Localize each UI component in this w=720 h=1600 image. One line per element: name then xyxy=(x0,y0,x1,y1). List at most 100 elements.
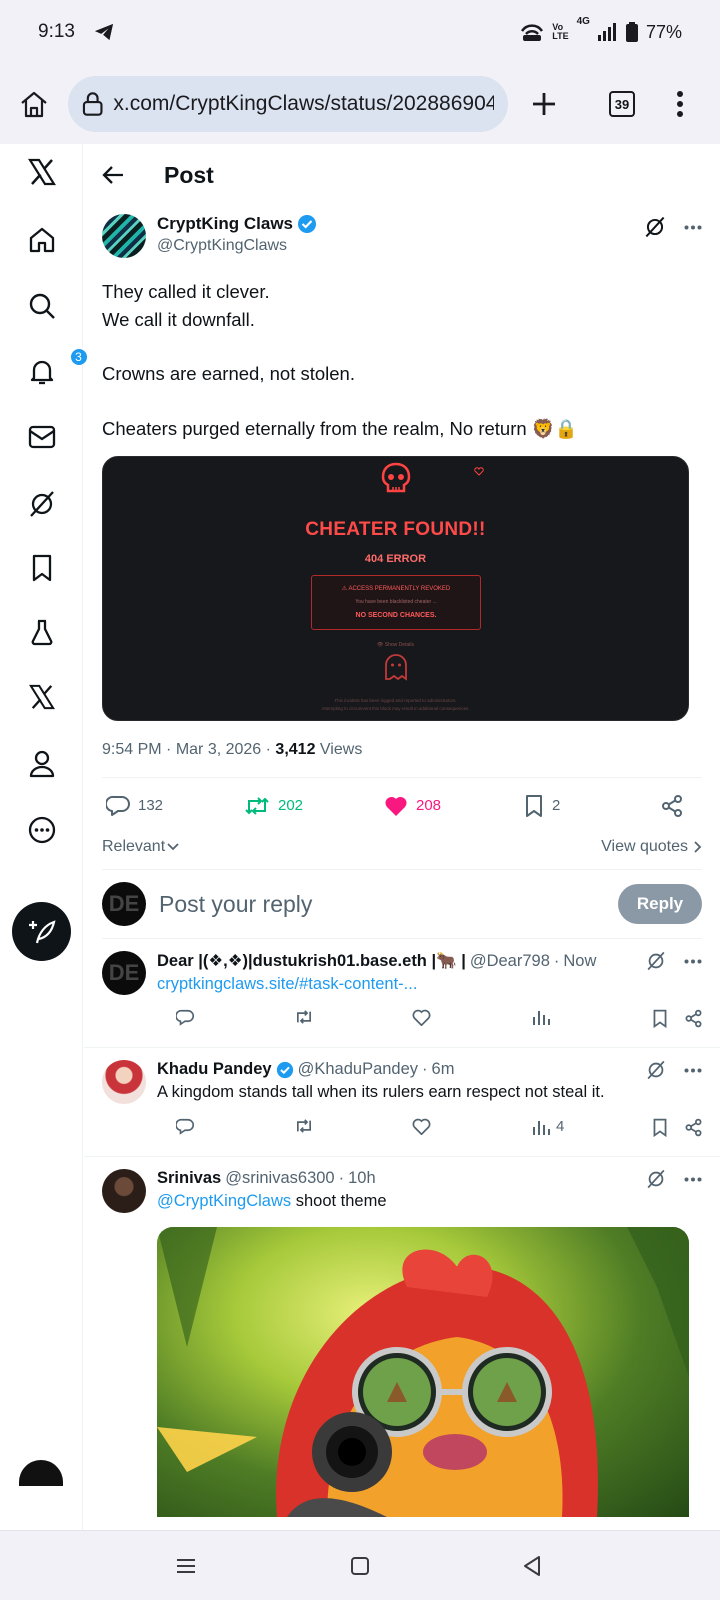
square-icon xyxy=(351,1557,369,1575)
sidebar-item-premium[interactable] xyxy=(0,684,83,710)
post-author: CryptKing Claws @CryptKingClaws xyxy=(102,214,702,258)
main-column: Post CryptKing Claws @CryptKingClaws The… xyxy=(84,144,720,1530)
reply-action-bar xyxy=(102,995,702,1047)
search-icon xyxy=(29,293,55,319)
reply-button[interactable]: 132 xyxy=(106,795,163,817)
author-avatar[interactable] xyxy=(102,214,146,258)
home-nav-button[interactable] xyxy=(340,1531,380,1600)
reply-repost-button[interactable] xyxy=(294,1009,314,1025)
reply-repost-button[interactable] xyxy=(294,1118,314,1134)
flask-icon xyxy=(31,619,52,646)
reply-avatar[interactable] xyxy=(102,1060,146,1104)
network-label: 4G xyxy=(576,15,590,27)
reply-views-button[interactable]: 4 xyxy=(532,1118,564,1135)
tab-switcher-button[interactable]: 39 xyxy=(598,64,646,144)
post-line: We call it downfall. xyxy=(102,308,255,330)
sidebar-item-bookmarks[interactable] xyxy=(0,554,83,582)
post-meta: 9:54 PM · Mar 3, 2026 · 3,412 Views xyxy=(102,741,363,758)
reply-author-handle[interactable]: @srinivas6300 xyxy=(225,1169,334,1188)
more-horizontal-icon[interactable] xyxy=(684,225,702,230)
ghost-icon xyxy=(385,654,407,681)
author-handle[interactable]: @CryptKingClaws xyxy=(157,237,317,255)
sidebar-item-notifications[interactable]: 3 xyxy=(0,348,88,391)
view-quotes-link[interactable]: View quotes xyxy=(601,838,702,856)
more-horizontal-icon[interactable] xyxy=(684,1177,702,1182)
like-button[interactable]: 208 xyxy=(384,795,441,817)
grok-icon[interactable] xyxy=(646,1060,666,1080)
browser-home-button[interactable] xyxy=(0,90,68,118)
recents-button[interactable] xyxy=(166,1531,206,1600)
reply-link[interactable]: cryptkingclaws.site/#task-content-... xyxy=(157,975,417,993)
main-post: CryptKing Claws @CryptKingClaws They cal… xyxy=(84,214,720,1517)
reply-author-name[interactable]: Khadu Pandey xyxy=(157,1060,272,1079)
reply-item[interactable]: Khadu Pandey @KhaduPandey · 6m A kingdom… xyxy=(84,1048,720,1157)
reply-like-button[interactable] xyxy=(412,1009,431,1026)
more-horizontal-icon[interactable] xyxy=(684,1068,702,1073)
reply-submit-button[interactable]: Reply xyxy=(618,884,702,924)
verified-badge-icon xyxy=(276,1061,293,1078)
sidebar-x-logo[interactable] xyxy=(0,158,83,186)
sidebar-item-grok[interactable] xyxy=(0,490,83,518)
x-logo-icon xyxy=(27,158,56,186)
battery-icon xyxy=(625,22,638,42)
reply-share-button[interactable] xyxy=(684,1118,703,1137)
grok-icon[interactable] xyxy=(644,216,666,238)
compose-post-button[interactable] xyxy=(12,902,71,961)
reply-item[interactable]: DE Dear |(❖,❖)|dustukrish01.base.eth |🐂 … xyxy=(84,939,720,1048)
reply-author-name[interactable]: Srinivas xyxy=(157,1169,221,1188)
reply-author-name[interactable]: Dear |(❖,❖)|dustukrish01.base.eth |🐂 | xyxy=(157,951,466,971)
reply-reply-button[interactable] xyxy=(176,1118,194,1135)
grok-icon[interactable] xyxy=(646,951,666,971)
sort-dropdown[interactable]: Relevant xyxy=(102,838,179,856)
reply-avatar[interactable] xyxy=(102,1169,146,1213)
broken-heart-icon xyxy=(474,467,484,476)
repost-button[interactable]: 202 xyxy=(244,796,303,816)
browser-menu-button[interactable] xyxy=(656,64,704,144)
signal-icon xyxy=(597,23,616,41)
heart-icon xyxy=(412,1009,431,1026)
post-line: They called it clever. xyxy=(102,281,270,302)
sidebar-item-more[interactable] xyxy=(0,816,83,844)
lock-icon xyxy=(82,92,103,116)
reply-like-button[interactable] xyxy=(412,1118,431,1135)
reply-share-button[interactable] xyxy=(684,1009,703,1028)
view-count: 3,412 xyxy=(275,741,316,758)
sidebar-item-profile[interactable] xyxy=(0,750,83,778)
sidebar-item-home[interactable] xyxy=(0,226,83,254)
reply-text: shoot theme xyxy=(295,1192,387,1210)
sidebar-item-messages[interactable] xyxy=(0,424,83,450)
reply-reply-button[interactable] xyxy=(176,1009,194,1026)
more-horizontal-icon[interactable] xyxy=(684,959,702,964)
battery-level: 77% xyxy=(645,21,682,42)
reply-media-image[interactable] xyxy=(157,1227,689,1517)
sidebar-item-explore[interactable] xyxy=(0,292,83,320)
status-icons: Vo LTE 4G 77% xyxy=(520,16,682,43)
reply-bookmark-button[interactable] xyxy=(652,1118,668,1137)
page-title: Post xyxy=(164,161,214,188)
bookmark-count: 2 xyxy=(552,797,561,814)
bookmark-button[interactable]: 2 xyxy=(524,794,560,818)
post-media-image[interactable]: CHEATER FOUND!! 404 ERROR ⚠ ACCESS PERMA… xyxy=(102,456,689,721)
reply-author-handle[interactable]: @Dear798 xyxy=(470,952,550,971)
grok-icon[interactable] xyxy=(646,1169,666,1189)
post-date[interactable]: Mar 3, 2026 xyxy=(176,741,261,758)
back-arrow-icon[interactable] xyxy=(102,165,124,185)
reply-item[interactable]: Srinivas @srinivas6300 · 10h @CryptKingC… xyxy=(84,1157,720,1517)
reply-input[interactable]: Post your reply xyxy=(159,891,312,918)
new-tab-button[interactable] xyxy=(520,64,568,144)
sidebar-item-labs[interactable] xyxy=(0,618,83,646)
account-avatar[interactable] xyxy=(19,1460,63,1486)
reply-mention[interactable]: @CryptKingClaws xyxy=(157,1192,291,1210)
share-icon xyxy=(662,794,682,817)
feather-plus-icon xyxy=(28,919,55,943)
author-name[interactable]: CryptKing Claws xyxy=(157,214,293,234)
url-bar[interactable]: x.com/CryptKingClaws/status/202886904( xyxy=(68,76,508,132)
reply-author-handle[interactable]: @KhaduPandey xyxy=(298,1060,418,1079)
share-button[interactable] xyxy=(660,794,684,818)
verified-badge-icon xyxy=(298,215,317,233)
reply-bookmark-button[interactable] xyxy=(652,1009,668,1028)
back-nav-button[interactable] xyxy=(512,1531,552,1600)
media-details: 👁 Show Details xyxy=(377,642,414,648)
reply-views-button[interactable] xyxy=(532,1009,556,1025)
reply-avatar[interactable]: DE xyxy=(102,951,146,995)
